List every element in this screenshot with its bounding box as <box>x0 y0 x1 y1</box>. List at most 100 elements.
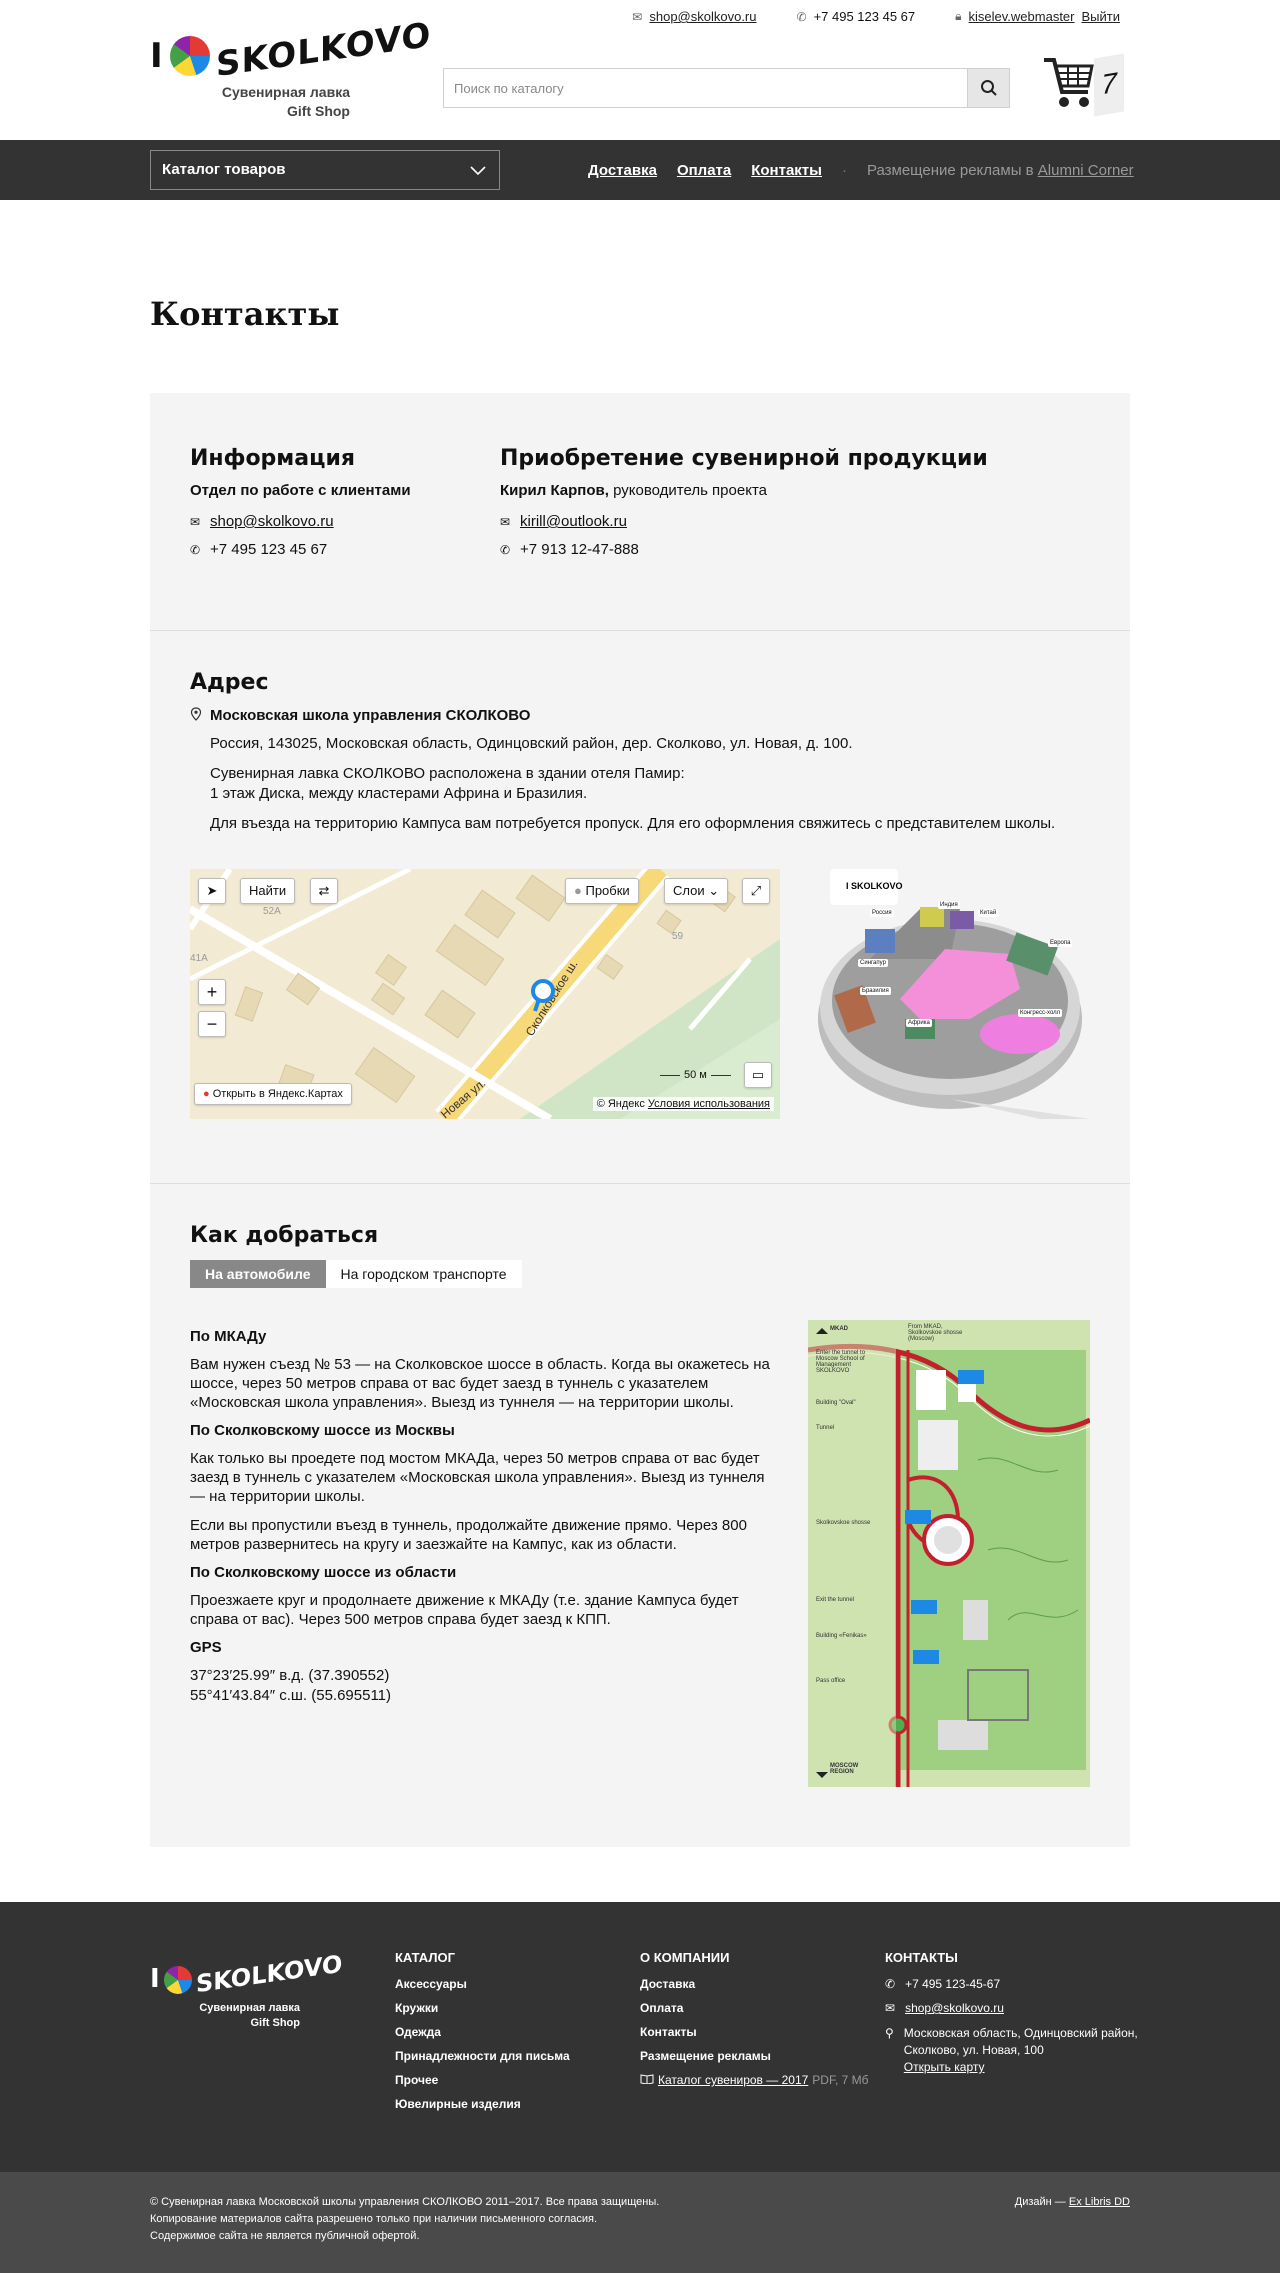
mail-icon: ✉ <box>885 2001 896 2015</box>
footer-company-link[interactable]: Размещение рекламы <box>640 2049 869 2063</box>
footer-logo-subtitle-en: Gift Shop <box>250 2017 301 2029</box>
info-email-link[interactable]: shop@skolkovo.ru <box>210 513 334 530</box>
header-email-link[interactable]: shop@skolkovo.ru <box>649 9 756 24</box>
nav-ad-link[interactable]: Alumni Corner <box>1038 162 1134 179</box>
logo-subtitle-en: Gift Shop <box>287 103 350 119</box>
phone-icon: ✆ <box>796 9 807 24</box>
campus-label: Россия <box>870 909 894 917</box>
campus-label: Бразилия <box>860 987 891 995</box>
route-map-label: Building "Oval" <box>816 1400 856 1406</box>
minus-icon: − <box>206 1014 218 1034</box>
geolocation-button[interactable]: ➤ <box>198 878 226 904</box>
search-button[interactable] <box>967 69 1009 107</box>
route-map-label: Exit the tunnel <box>816 1597 855 1603</box>
open-map-link[interactable]: Открыть карту <box>904 2060 985 2074</box>
cart-count: 7 <box>1094 53 1124 117</box>
footer-email-link[interactable]: shop@skolkovo.ru <box>905 2001 1004 2015</box>
footer-company-link[interactable]: Оплата <box>640 2001 869 2015</box>
main-nav: Каталог товаров Доставка Оплата Контакты… <box>0 140 1280 200</box>
purchase-email-link[interactable]: kirill@outlook.ru <box>520 513 627 530</box>
purchase-title: Приобретение сувенирной продукции <box>500 446 988 471</box>
open-yandex-maps-label: Открыть в Яндекс.Картах <box>212 1088 343 1100</box>
campus-label: Китай <box>978 909 999 917</box>
catalog-dropdown[interactable]: Каталог товаров <box>150 150 500 190</box>
logo[interactable]: I SKOLKOVO Сувенирная лавка Gift Shop <box>150 15 431 126</box>
map-scale: 50 м <box>660 1069 731 1081</box>
search-input[interactable] <box>444 69 964 107</box>
nav-payment[interactable]: Оплата <box>677 162 731 179</box>
footer-company-link[interactable]: Доставка <box>640 1977 869 1991</box>
traffic-button[interactable]: ● Пробки <box>565 878 639 904</box>
route-map-label: MKAD <box>830 1326 848 1332</box>
campus-label: Африка <box>906 1019 932 1027</box>
info-dept: Отдел по работе с клиентами <box>190 482 411 499</box>
yandex-map[interactable]: Сколковское ш. Новая ул. 52А 41А 59 ➤ На… <box>190 869 780 1119</box>
layers-label: Слои <box>673 883 705 898</box>
expand-icon: ⤢ <box>750 883 762 898</box>
logout-link[interactable]: Выйти <box>1082 9 1121 24</box>
footer-catalog-link[interactable]: Ювелирные изделия <box>395 2097 570 2111</box>
arrow-icon: ➤ <box>206 883 218 898</box>
map-copyright-text: © Яндекс <box>596 1098 645 1110</box>
nav-contacts[interactable]: Контакты <box>751 162 822 179</box>
footer-logo[interactable]: I SKOLKOVO Сувенирная лавка Gift Shop <box>150 1950 342 2037</box>
route-map-label: Pass office <box>816 1678 846 1684</box>
user-link[interactable]: kiselev.webmaster <box>969 9 1075 24</box>
map-find-button[interactable]: Найти <box>240 878 296 904</box>
layers-button[interactable]: Слои ⌄ <box>664 878 729 904</box>
yandex-pin-icon: ● <box>203 1088 210 1100</box>
phone-icon: ✆ <box>500 542 511 557</box>
map-canvas: Сколковское ш. Новая ул. 52А 41А 59 <box>190 869 780 1119</box>
location-pin-icon <box>190 707 204 724</box>
ruler-icon: ▭ <box>751 1067 765 1082</box>
directions-text: По МКАДу Вам нужен съезд № 53 — на Сколк… <box>190 1328 770 1706</box>
logo-word: SKOLKOVO <box>216 14 432 86</box>
phone-icon: ✆ <box>885 1977 896 1991</box>
zoom-out-button[interactable]: − <box>198 1011 226 1037</box>
footer-catalog-title: КАТАЛОГ <box>395 1950 455 1965</box>
nav-ad: Размещение рекламы в Alumni Corner <box>867 162 1134 179</box>
route-map-label: Building «Fenikas» <box>816 1633 867 1639</box>
nav-delivery[interactable]: Доставка <box>588 162 657 179</box>
purchase-phone: +7 913 12-47-888 <box>520 541 639 558</box>
zoom-in-button[interactable]: + <box>198 979 226 1005</box>
design-credit-link[interactable]: Ex Libris DD <box>1069 2196 1130 2208</box>
catalog-pdf-meta: PDF, 7 Мб <box>812 2073 869 2087</box>
map-copyright: © Яндекс Условия использования <box>592 1097 774 1111</box>
route-button[interactable]: ⇄ <box>310 878 338 904</box>
footer-catalog-link[interactable]: Одежда <box>395 2025 570 2039</box>
footer-logo-word: SKOLKOVO <box>196 1949 343 1999</box>
ruler-button[interactable]: ▭ <box>744 1062 772 1088</box>
address-pass-note: Для въезда на территорию Кампуса вам пот… <box>210 815 1056 832</box>
phone-icon: ✆ <box>190 542 201 557</box>
chevron-down-icon <box>469 151 487 204</box>
footer-company: О КОМПАНИИ Доставка Оплата Контакты Размеще… <box>640 1950 869 2097</box>
catalog-pdf-link[interactable]: Каталог сувениров — 2017 <box>658 2073 808 2087</box>
footer-catalog-link[interactable]: Принадлежности для письма <box>395 2049 570 2063</box>
cart-button[interactable]: 7 <box>1042 52 1128 117</box>
copyright-text: © Сувенирная лавка Московской школы упра… <box>150 2196 660 2242</box>
gps-heading: GPS <box>190 1639 222 1656</box>
campus-label: Сингапур <box>858 959 888 967</box>
tab-by-car[interactable]: На автомобиле <box>190 1260 326 1288</box>
route-icon: ⇄ <box>318 883 330 898</box>
footer-catalog: КАТАЛОГ Аксессуары Кружки Одежда Принадлежн… <box>395 1950 570 2121</box>
tab-public-transport[interactable]: На городском транспорте <box>325 1260 522 1288</box>
fullscreen-button[interactable]: ⤢ <box>742 878 770 904</box>
header-phone: +7 495 123 45 67 <box>813 9 916 24</box>
design-credit-prefix: Дизайн — <box>1014 2196 1069 2208</box>
footer-logo-i: I <box>150 1964 160 1994</box>
nav-separator: · <box>841 161 847 179</box>
logo-subtitle: Сувенирная лавка <box>221 84 350 100</box>
open-yandex-maps-button[interactable]: ● Открыть в Яндекс.Картах <box>194 1083 352 1105</box>
footer-catalog-link[interactable]: Кружки <box>395 2001 570 2015</box>
route-map-label: Tunnel <box>816 1425 835 1431</box>
address-org: Московская школа управления СКОЛКОВО <box>210 707 531 724</box>
map-terms-link[interactable]: Условия использования <box>648 1098 770 1110</box>
footer-catalog-link[interactable]: Прочее <box>395 2073 570 2087</box>
logo-i: I <box>150 36 163 76</box>
footer-company-link[interactable]: Контакты <box>640 2025 869 2039</box>
traffic-icon: ● <box>574 883 582 898</box>
catalog-dropdown-label: Каталог товаров <box>162 161 286 178</box>
footer-catalog-link[interactable]: Аксессуары <box>395 1977 570 1991</box>
